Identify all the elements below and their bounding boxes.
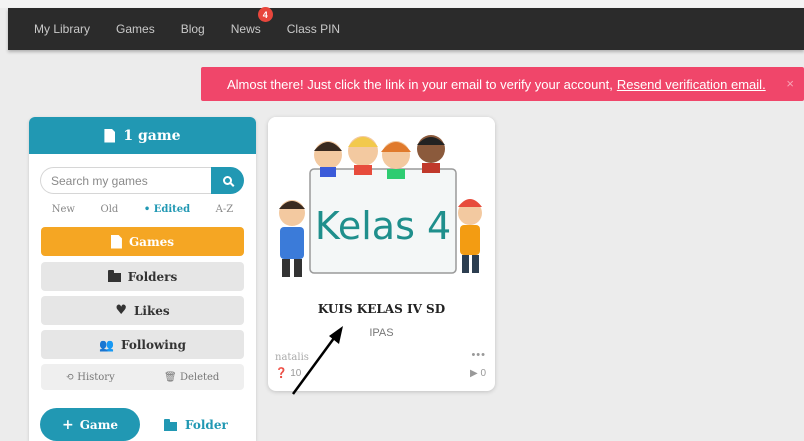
following-filter-button[interactable]: 👥 Following — [41, 330, 244, 359]
more-options-icon[interactable]: ••• — [471, 349, 486, 361]
search-games-input[interactable] — [40, 167, 211, 194]
library-panel: 1 game New Old • Edited A-Z Games Folder… — [29, 117, 256, 441]
nav-news-label: News — [230, 22, 261, 36]
add-folder-label: Folder — [185, 418, 228, 432]
history-button[interactable]: ⟲ History — [66, 372, 115, 383]
search-button[interactable] — [211, 167, 244, 194]
search-bar — [40, 167, 244, 194]
sort-old[interactable]: Old — [101, 204, 119, 215]
folders-filter-label: Folders — [127, 269, 178, 284]
history-label: History — [77, 371, 115, 383]
cover-title-text: Kelas 4 — [315, 204, 451, 248]
game-count: 1 game — [123, 127, 181, 144]
history-icon: ⟲ — [65, 371, 75, 383]
sort-new[interactable]: New — [52, 204, 75, 215]
document-icon — [110, 234, 122, 249]
browser-top-strip — [0, 0, 804, 8]
nav-games[interactable]: Games — [116, 22, 155, 36]
annotation-arrow — [291, 326, 343, 395]
add-game-button[interactable]: + Game — [40, 408, 140, 441]
verification-alert: Almost there! Just click the link in you… — [201, 67, 804, 101]
sort-a-z[interactable]: A-Z — [216, 204, 234, 215]
nav-class-pin[interactable]: Class PIN — [287, 22, 340, 36]
likes-filter-label: Likes — [133, 303, 170, 318]
news-count-badge: 4 — [257, 7, 273, 22]
folder-icon — [107, 270, 121, 282]
folder-icon — [164, 418, 177, 431]
nav-blog[interactable]: Blog — [181, 22, 205, 36]
add-game-label: Game — [79, 417, 119, 432]
trash-icon: 🗑 — [164, 371, 177, 383]
library-panel-header: 1 game — [29, 117, 256, 154]
users-icon: 👥 — [99, 337, 114, 352]
heart-icon: ♥ — [115, 303, 127, 318]
alert-message: Almost there! Just click the link in you… — [227, 76, 613, 92]
play-count-value: 0 — [480, 368, 486, 379]
top-navbar: My Library Games Blog News 4 Class PIN — [8, 7, 804, 50]
nav-news[interactable]: News 4 — [230, 7, 273, 36]
sort-options: New Old • Edited A-Z — [29, 204, 256, 215]
game-cover-image: Kelas 4 — [268, 117, 495, 287]
add-folder-button[interactable]: Folder — [164, 415, 228, 435]
alert-close-icon[interactable]: × — [786, 76, 794, 91]
deleted-button[interactable]: 🗑 Deleted — [164, 372, 219, 383]
nav-my-library[interactable]: My Library — [34, 22, 90, 36]
history-deleted-bar: ⟲ History 🗑 Deleted — [41, 364, 244, 390]
deleted-label: Deleted — [179, 371, 220, 383]
following-filter-label: Following — [120, 337, 186, 352]
sort-edited[interactable]: • Edited — [144, 204, 190, 215]
games-filter-label: Games — [128, 234, 175, 249]
folders-filter-button[interactable]: Folders — [41, 262, 244, 291]
document-icon — [104, 128, 116, 143]
games-filter-button[interactable]: Games — [41, 227, 244, 256]
play-count: ▶ 0 — [470, 368, 486, 379]
likes-filter-button[interactable]: ♥ Likes — [41, 296, 244, 325]
search-icon — [223, 176, 232, 185]
game-title: KUIS KELAS IV SD — [317, 302, 446, 316]
resend-verification-link[interactable]: Resend verification email. — [617, 77, 766, 92]
play-icon: ▶ — [469, 368, 478, 379]
plus-icon: + — [61, 416, 74, 433]
